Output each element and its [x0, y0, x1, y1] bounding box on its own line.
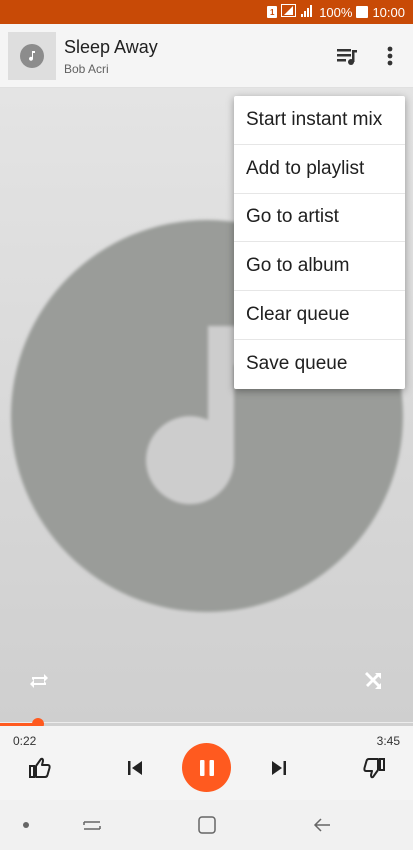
- overflow-menu: Start instant mix Add to playlist Go to …: [234, 96, 405, 389]
- player-controls: 0:22 3:45: [0, 726, 413, 800]
- status-bar: 1 100% 10:00: [0, 0, 413, 24]
- sim-signal-icon: [281, 4, 297, 20]
- system-nav-bar: [0, 800, 413, 850]
- more-vert-icon[interactable]: [378, 42, 402, 70]
- queue-music-icon[interactable]: [333, 42, 361, 70]
- battery-icon: [356, 6, 369, 18]
- menu-item-go-to-artist[interactable]: Go to artist: [234, 194, 405, 243]
- menu-item-save-queue[interactable]: Save queue: [234, 340, 405, 389]
- song-artist: Bob Acri: [64, 62, 109, 76]
- menu-item-add-to-playlist[interactable]: Add to playlist: [234, 145, 405, 194]
- album-thumbnail[interactable]: [8, 32, 56, 80]
- shuffle-icon[interactable]: [360, 668, 386, 694]
- menu-item-start-instant-mix[interactable]: Start instant mix: [234, 96, 405, 145]
- sim-badge: 1: [267, 6, 278, 18]
- now-playing-header: Sleep Away Bob Acri: [0, 24, 413, 88]
- nav-dot-icon: [14, 813, 38, 837]
- battery-percent: 100%: [319, 4, 353, 20]
- song-title: Sleep Away: [64, 37, 158, 57]
- menu-item-clear-queue[interactable]: Clear queue: [234, 291, 405, 340]
- home-icon[interactable]: [195, 813, 219, 837]
- menu-item-go-to-album[interactable]: Go to album: [234, 242, 405, 292]
- time-total: 3:45: [376, 734, 400, 748]
- time-elapsed: 0:22: [13, 734, 37, 748]
- clock: 10:00: [372, 4, 405, 20]
- repeat-icon[interactable]: [26, 668, 52, 694]
- thumb-up-icon[interactable]: [26, 754, 54, 782]
- signal-icon: [301, 4, 315, 20]
- pause-icon[interactable]: [182, 743, 231, 792]
- back-icon[interactable]: [310, 813, 334, 837]
- thumb-down-icon[interactable]: [360, 754, 388, 782]
- recents-icon[interactable]: [80, 813, 104, 837]
- skip-next-icon[interactable]: [265, 754, 293, 782]
- music-note-icon: [20, 44, 44, 68]
- skip-previous-icon[interactable]: [121, 754, 149, 782]
